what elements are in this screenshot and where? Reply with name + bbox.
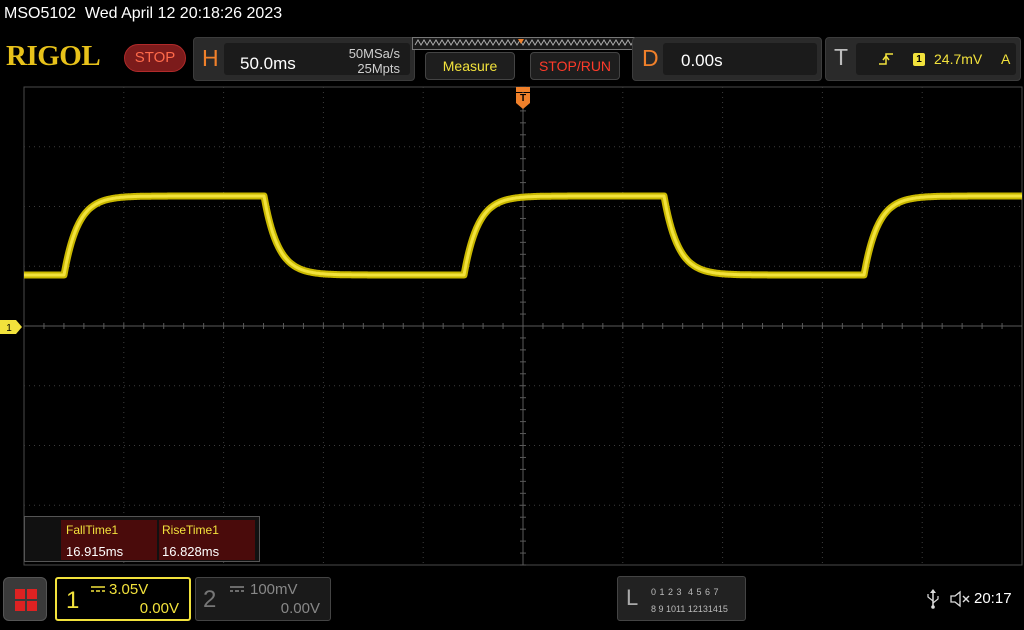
channel-2-scale: 100mV	[250, 581, 298, 598]
clock: 20:17	[974, 590, 1012, 607]
trigger-position-marker[interactable]: T	[516, 87, 530, 114]
logic-analyzer-letter: L	[626, 585, 639, 610]
logic-channels-row-2: 8 9 1011 12131415	[651, 604, 728, 614]
channel-1-number: 1	[66, 587, 80, 614]
logic-analyzer-panel[interactable]: L 0 1 2 3 4 5 6 7 8 9 1011 12131415	[617, 576, 746, 621]
usb-icon[interactable]	[926, 589, 940, 609]
graticule	[23, 86, 1023, 566]
channel-2-number: 2	[203, 586, 217, 613]
meas-header-risetime: RiseTime1	[162, 523, 219, 537]
logic-channels-row-1: 0 1 2 3 4 5 6 7	[651, 587, 720, 597]
meas-header-falltime: FallTime1	[66, 523, 119, 537]
dc-coupling-icon	[230, 586, 244, 592]
trigger-position-icon: T	[516, 87, 530, 109]
ch1-offset-marker[interactable]: 1	[0, 320, 24, 339]
meas-value-risetime: 16.828ms	[162, 544, 220, 559]
trigger-marker-label: T	[520, 93, 526, 104]
menu-button[interactable]	[3, 577, 47, 621]
speaker-muted-icon[interactable]	[950, 590, 972, 608]
menu-grid-icon	[15, 589, 37, 611]
dc-coupling-icon	[91, 586, 105, 592]
ch1-offset-icon: 1	[0, 320, 22, 334]
channel-1-panel[interactable]: 1 3.05V 0.00V	[55, 577, 191, 621]
channel-2-offset: 0.00V	[280, 600, 320, 617]
channel-1-offset: 0.00V	[139, 600, 179, 617]
meas-value-falltime: 16.915ms	[66, 544, 124, 559]
channel-1-scale: 3.05V	[109, 581, 149, 598]
channel-2-panel[interactable]: 2 100mV 0.00V	[195, 577, 331, 621]
ch1-marker-label: 1	[6, 323, 12, 334]
measurement-table[interactable]: FallTime1 RiseTime1 16.915ms 16.828ms	[24, 516, 260, 562]
